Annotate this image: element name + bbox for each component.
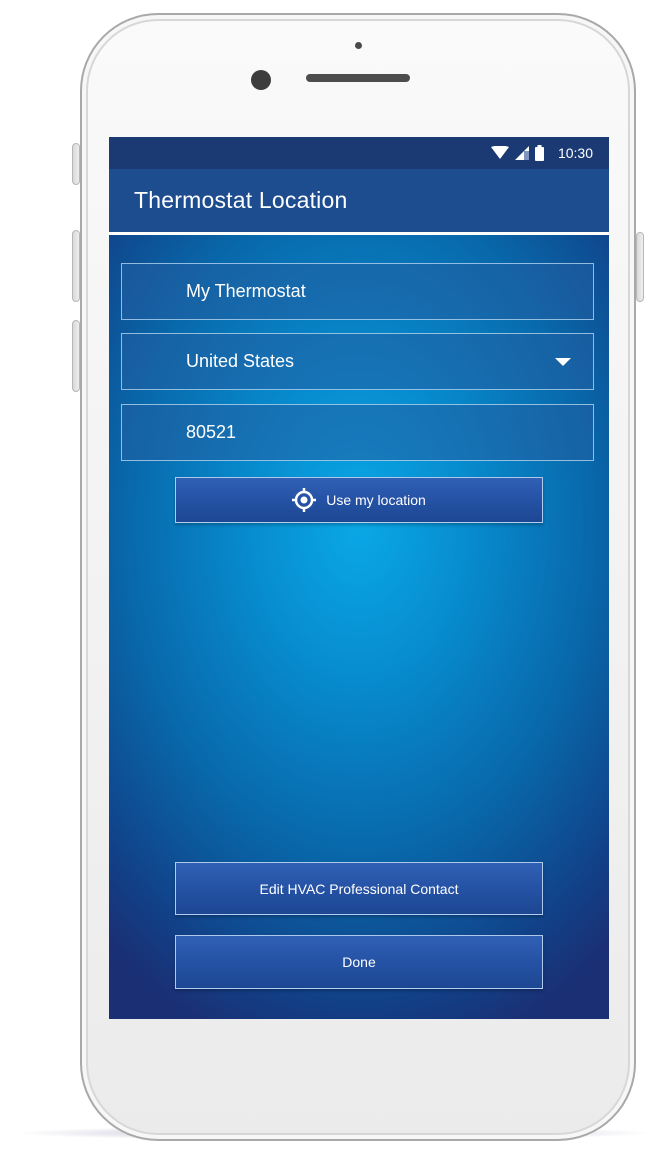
- front-camera: [251, 70, 271, 90]
- location-target-icon: [292, 488, 317, 512]
- done-label: Done: [342, 954, 376, 970]
- status-icons: 10:30: [490, 144, 593, 162]
- status-bar: 10:30: [109, 137, 609, 169]
- volume-up-button: [72, 230, 80, 302]
- zip-code-value: 80521: [186, 422, 237, 442]
- status-time: 10:30: [557, 145, 593, 161]
- country-select[interactable]: United States: [121, 333, 594, 390]
- power-button: [636, 232, 644, 302]
- proximity-sensor: [355, 42, 362, 49]
- earpiece-speaker: [306, 74, 410, 82]
- done-button[interactable]: Done: [175, 935, 543, 989]
- country-value: United States: [186, 351, 295, 371]
- dropdown-arrow-icon: [555, 358, 571, 366]
- app-bar-divider: [109, 232, 609, 235]
- app-bar: Thermostat Location: [109, 169, 609, 232]
- signal-icon: [514, 146, 529, 160]
- edit-hvac-contact-button[interactable]: Edit HVAC Professional Contact: [175, 862, 543, 915]
- thermostat-name-field[interactable]: My Thermostat: [121, 263, 594, 320]
- device-mockup: 10:30 Thermostat Location My Thermostat …: [0, 0, 667, 1149]
- page-title: Thermostat Location: [134, 187, 348, 213]
- edit-hvac-contact-label: Edit HVAC Professional Contact: [259, 880, 459, 897]
- app-screen: 10:30 Thermostat Location My Thermostat …: [109, 137, 609, 1019]
- use-my-location-label: Use my location: [326, 492, 426, 508]
- side-button-top: [72, 143, 80, 185]
- wifi-icon: [490, 146, 509, 160]
- use-my-location-button[interactable]: Use my location: [175, 477, 543, 523]
- zip-code-field[interactable]: 80521: [121, 404, 594, 461]
- thermostat-name-value: My Thermostat: [186, 281, 306, 301]
- volume-down-button: [72, 320, 80, 392]
- battery-icon: [534, 145, 544, 161]
